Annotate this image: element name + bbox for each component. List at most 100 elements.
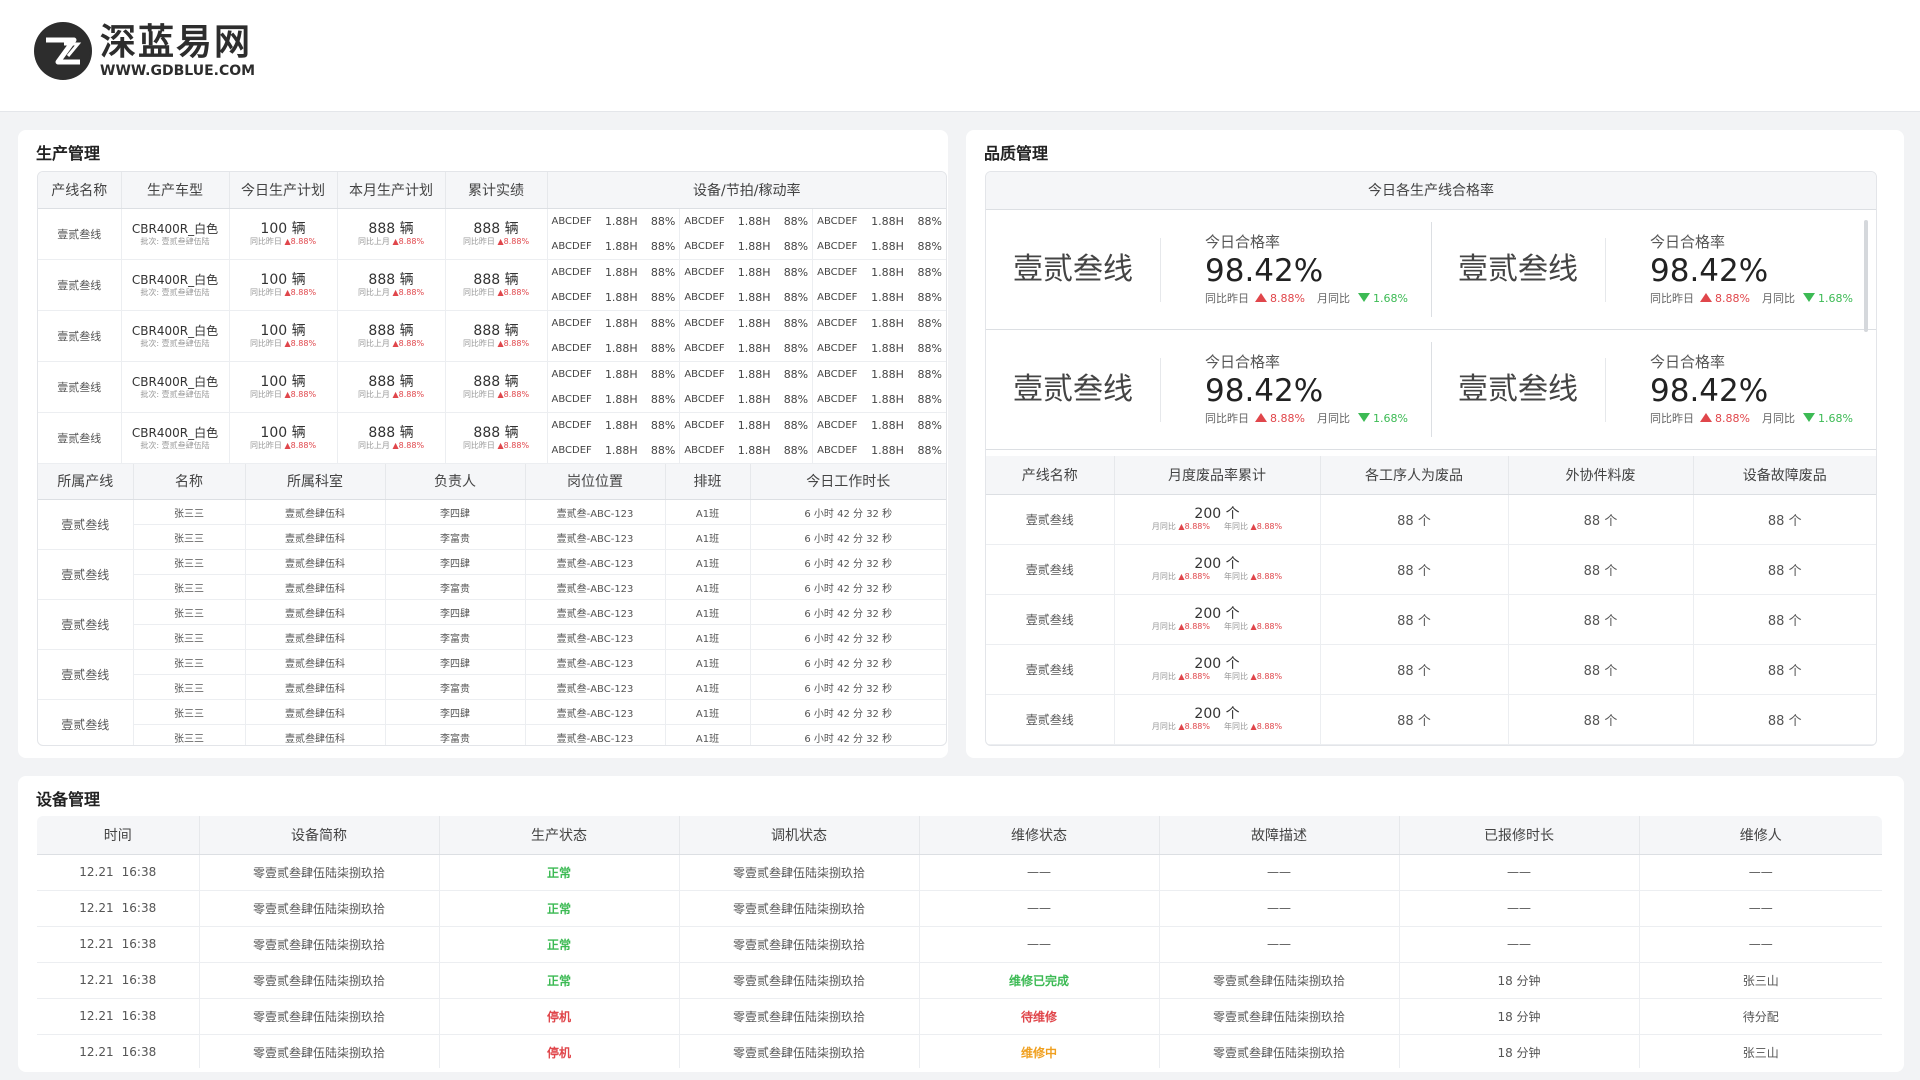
post-position: 壹贰叁-ABC-123 <box>525 624 666 650</box>
time: 16:38 <box>121 865 157 879</box>
production-status: 正常 <box>439 926 680 963</box>
department: 壹贰叁肆伍科 <box>245 724 386 745</box>
production-row[interactable]: 壹贰叁线 CBR400R_白色 批次: 壹贰叁肆伍陆 100 辆同比昨日 ▲8.88%… <box>38 361 946 413</box>
pass-rate-scrollbar[interactable] <box>1864 220 1868 332</box>
personnel-row[interactable]: 壹贰叁线 张三三 壹贰叁肆伍科 李四肆 壹贰叁-ABC-123 A1班 6 小时 42 分 … <box>38 699 946 745</box>
equipment-beat: 1.88H <box>737 341 771 355</box>
production-row[interactable]: 壹贰叁线 CBR400R_白色 批次: 壹贰叁肆伍陆 100 辆同比昨日 ▲8.88%… <box>38 259 946 311</box>
month-plan-value: 888 辆 <box>368 322 414 339</box>
equipment-code: ABCDEF <box>684 368 725 380</box>
scrap-row[interactable]: 壹贰叁线 200 个月同比 ▲8.88% 年同比 ▲8.88% 88 个 88 个 88 … <box>986 644 1876 695</box>
pass-rate-card[interactable]: 壹贰叁线 今日合格率 98.42% 同比昨日 8.88% 月同比 1.68% <box>986 210 1431 329</box>
scrap-line-name: 壹贰叁线 <box>986 594 1115 645</box>
personnel-row[interactable]: 张三三 壹贰叁肆伍科 李富贵 壹贰叁-ABC-123 A1班 6 小时 42 分 32 秒 <box>38 624 946 650</box>
equipment-rate: 88% <box>917 214 942 228</box>
quality-card: 今日各生产线合格率 壹贰叁线 今日合格率 98.42% 同比昨日 8.88% 月同比 1.6… <box>985 171 1877 746</box>
fault-description: 零壹贰叁肆伍陆柒捌玖拾 <box>1159 998 1400 1035</box>
equipment-row[interactable]: 12.21 16:38 零壹贰叁肆伍陆柒捌玖拾 正常 零壹贰叁肆伍陆柒捌玖拾 —— —— ——… <box>37 926 1882 963</box>
equipment-col-header: 维修状态 <box>919 816 1160 855</box>
production-status: 停机 <box>439 998 680 1035</box>
personnel-row[interactable]: 壹贰叁线 张三三 壹贰叁肆伍科 李四肆 壹贰叁-ABC-123 A1班 6 小时 42 分 … <box>38 649 946 700</box>
today-plan-value: 100 辆 <box>260 322 306 339</box>
scrap-row[interactable]: 壹贰叁线 200 个月同比 ▲8.88% 年同比 ▲8.88% 88 个 88 个 88 … <box>986 494 1876 545</box>
equipment-rate-cell: ABCDEF 1.88H 88% ABCDEF 1.88H 88% ABCDEF 1.88H 8… <box>547 361 946 413</box>
quality-title: 品质管理 <box>984 144 1049 163</box>
up-arrow-icon <box>1700 292 1712 302</box>
equipment-rate-item: ABCDEF 1.88H 88% <box>680 335 814 361</box>
brand-name: 深蓝易网 <box>100 22 253 63</box>
post-position: 壹贰叁-ABC-123 <box>525 499 666 525</box>
pass-rate-card[interactable]: 壹贰叁线 今日合格率 98.42% 同比昨日 8.88% 月同比 1.68% <box>1431 210 1876 329</box>
personnel-row[interactable]: 张三三 壹贰叁肆伍科 李富贵 壹贰叁-ABC-123 A1班 6 小时 42 分 32 秒 <box>38 574 946 600</box>
equipment-code: ABCDEF <box>817 419 858 431</box>
personnel-row[interactable]: 壹贰叁线 张三三 壹贰叁肆伍科 李四肆 壹贰叁-ABC-123 A1班 6 小时 42 分 … <box>38 599 946 650</box>
shift: A1班 <box>665 599 751 625</box>
batch-label: 批次: 壹贰叁肆伍陆 <box>140 389 210 399</box>
today-plan-value: 100 辆 <box>260 424 306 441</box>
equipment-rate-item: ABCDEF 1.88H 88% <box>813 285 946 310</box>
quality-panel: 品质管理 今日各生产线合格率 壹贰叁线 今日合格率 98.42% 同比昨日 8.88% 月… <box>966 130 1904 758</box>
pass-rate-compare: 同比昨日 8.88% 月同比 1.68% <box>1205 289 1408 309</box>
year-compare: 年同比 ▲8.88% <box>1224 622 1283 631</box>
department: 壹贰叁肆伍科 <box>245 499 386 525</box>
production-table: 产线名称 生产车型 今日生产计划 本月生产计划 累计实绩 设备/节拍/稼动率 壹贰叁线 CB… <box>38 172 946 464</box>
yoy-label: 同比昨日 <box>1650 291 1694 305</box>
equipment-beat: 1.88H <box>871 290 904 304</box>
production-panel: 生产管理 产线名称 生产车型 今日生产计划 本月生产计划 累计实绩 设备/节拍/稼动率 壹… <box>18 130 948 758</box>
time-cell: 12.21 16:38 <box>37 962 200 999</box>
today-plan-compare: 同比昨日 ▲8.88% <box>249 389 317 399</box>
equipment-rate-item: ABCDEF 1.88H 88% <box>813 336 946 361</box>
scrap-row[interactable]: 壹贰叁线 200 个月同比 ▲8.88% 年同比 ▲8.88% 88 个 88 个 88 … <box>986 544 1876 595</box>
equipment-row[interactable]: 12.21 16:38 零壹贰叁肆伍陆柒捌玖拾 正常 零壹贰叁肆伍陆柒捌玖拾 —— —— ——… <box>37 890 1882 927</box>
month-plan-compare: 同比上月 ▲8.88% <box>357 287 425 297</box>
equipment-rate-item: ABCDEF 1.88H 88% <box>548 437 681 463</box>
pass-rate-card[interactable]: 壹贰叁线 今日合格率 98.42% 同比昨日 8.88% 月同比 1.68% <box>986 330 1431 449</box>
repair-status: 维修中 <box>919 1034 1160 1068</box>
shift: A1班 <box>665 574 751 600</box>
department: 壹贰叁肆伍科 <box>245 624 386 650</box>
equipment-code: ABCDEF <box>817 215 858 227</box>
month-plan-cell: 888 辆同比上月 ▲8.88% <box>337 361 446 413</box>
monthly-scrap-cell: 200 个月同比 ▲8.88% 年同比 ▲8.88% <box>1114 594 1321 645</box>
production-row[interactable]: 壹贰叁线 CBR400R_白色 批次: 壹贰叁肆伍陆 100 辆同比昨日 ▲8.88%… <box>38 208 946 260</box>
equipment-rate: 88% <box>783 316 809 330</box>
personnel-row[interactable]: 张三三 壹贰叁肆伍科 李富贵 壹贰叁-ABC-123 A1班 6 小时 42 分 32 秒 <box>38 724 946 745</box>
equipment-row[interactable]: 12.21 16:38 零壹贰叁肆伍陆柒捌玖拾 正常 零壹贰叁肆伍陆柒捌玖拾 —— —— ——… <box>37 854 1882 891</box>
scrap-row[interactable]: 壹贰叁线 200 个月同比 ▲8.88% 年同比 ▲8.88% 88 个 88 个 88 … <box>986 694 1876 745</box>
equipment-row[interactable]: 12.21 16:38 零壹贰叁肆伍陆柒捌玖拾 停机 零壹贰叁肆伍陆柒捌玖拾 维修中 零壹贰… <box>37 1034 1882 1068</box>
month-plan-value: 888 辆 <box>368 220 414 237</box>
equipment-col-header: 生产状态 <box>439 816 680 855</box>
pass-rate-label: 今日合格率 <box>1205 232 1281 251</box>
equipment-code: ABCDEF <box>551 240 592 252</box>
equipment-beat: 1.88H <box>737 265 771 279</box>
time: 16:38 <box>121 1009 157 1023</box>
personnel-table: 所属产线 名称 所属科室 负责人 岗位位置 排班 今日工作时长 壹贰叁线 张三三 壹贰叁肆伍科李… <box>38 463 946 745</box>
personnel-row[interactable]: 壹贰叁线 张三三 壹贰叁肆伍科 李四肆 壹贰叁-ABC-123 A1班 6 小时 42 分 … <box>38 549 946 600</box>
equipment-code: ABCDEF <box>817 317 858 329</box>
pass-rate-label: 今日合格率 <box>1205 352 1281 371</box>
repair-person: 张三山 <box>1639 1034 1882 1068</box>
personnel-row[interactable]: 张三三 壹贰叁肆伍科 李富贵 壹贰叁-ABC-123 A1班 6 小时 42 分 32 秒 <box>38 674 946 700</box>
scrap-row[interactable]: 壹贰叁线 200 个月同比 ▲8.88% 年同比 ▲8.88% 88 个 88 个 88 … <box>986 594 1876 645</box>
work-hours: 6 小时 42 分 32 秒 <box>750 574 946 600</box>
personnel-row[interactable]: 张三三 壹贰叁肆伍科 李富贵 壹贰叁-ABC-123 A1班 6 小时 42 分 32 秒 <box>38 524 946 550</box>
total-actual-cell: 888 辆同比昨日 ▲8.88% <box>445 259 548 311</box>
equipment-row[interactable]: 12.21 16:38 零壹贰叁肆伍陆柒捌玖拾 停机 零壹贰叁肆伍陆柒捌玖拾 待维修 零壹贰… <box>37 998 1882 1035</box>
yoy-value: 8.88% <box>1715 411 1750 425</box>
production-row[interactable]: 壹贰叁线 CBR400R_白色 批次: 壹贰叁肆伍陆 100 辆同比昨日 ▲8.88%… <box>38 310 946 362</box>
model-cell: CBR400R_白色 批次: 壹贰叁肆伍陆 <box>121 310 230 362</box>
total-actual-cell: 888 辆同比昨日 ▲8.88% <box>445 412 548 464</box>
year-compare: 年同比 ▲8.88% <box>1224 572 1283 581</box>
equipment-rate: 88% <box>783 214 809 228</box>
equipment-row[interactable]: 12.21 16:38 零壹贰叁肆伍陆柒捌玖拾 正常 零壹贰叁肆伍陆柒捌玖拾 维修已完成零… <box>37 962 1882 999</box>
line-name: 壹贰叁线 <box>38 259 122 311</box>
person-name: 张三三 <box>133 724 246 745</box>
equipment-beat: 1.88H <box>871 443 904 457</box>
pass-rate-card[interactable]: 壹贰叁线 今日合格率 98.42% 同比昨日 8.88% 月同比 1.68% <box>1431 330 1876 449</box>
personnel-row[interactable]: 壹贰叁线 张三三 壹贰叁肆伍科 李四肆 壹贰叁-ABC-123 A1班 6 小时 42 分 … <box>38 499 946 550</box>
tuning-status: 零壹贰叁肆伍陆柒捌玖拾 <box>679 890 920 927</box>
pass-rate-value: 98.42% <box>1650 372 1769 409</box>
equipment-beat: 1.88H <box>604 239 638 253</box>
production-row[interactable]: 壹贰叁线 CBR400R_白色 批次: 壹贰叁肆伍陆 100 辆同比昨日 ▲8.88%… <box>38 412 946 464</box>
equipment-rate: 88% <box>650 341 676 355</box>
